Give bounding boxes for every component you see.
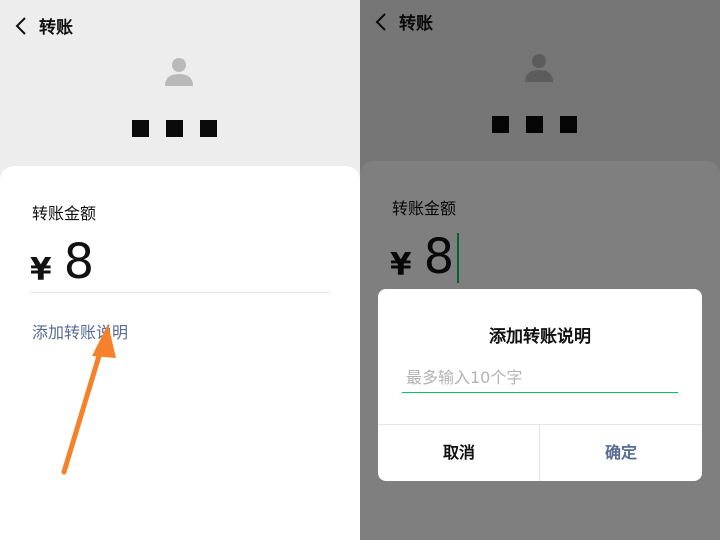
note-input[interactable] <box>402 363 678 393</box>
add-note-dialog: 添加转账说明 取消 确定 <box>378 289 702 481</box>
amount-input[interactable]: ¥ 8 <box>30 234 94 290</box>
amount-card: 转账金额 ¥ 8 添加转账说明 <box>0 166 360 540</box>
amount-label: 转账金额 <box>32 204 97 223</box>
screens-container: 转账 转账金额 ¥ 8 添加转账说明 添加转账说明 最多输入10个字 取消 确定 <box>0 0 720 540</box>
masked-recipient-name <box>132 120 217 137</box>
confirm-button[interactable]: 确定 <box>540 425 702 481</box>
user-avatar-icon <box>162 56 196 86</box>
dialog-title: 添加转账说明 <box>489 327 591 347</box>
name-mask-block <box>132 120 149 137</box>
currency-symbol: ¥ <box>30 252 52 288</box>
add-note-link[interactable]: 添加转账说明 <box>32 319 128 343</box>
left-screen: 转账 转账金额 ¥ 8 添加转账说明 <box>0 0 360 540</box>
page-title: 转账 <box>39 18 73 38</box>
chevron-left-icon <box>15 17 26 35</box>
name-mask-block <box>166 120 183 137</box>
amount-divider <box>30 292 330 293</box>
name-mask-block <box>200 120 217 137</box>
cancel-button[interactable]: 取消 <box>378 425 540 481</box>
top-bar: 转账 <box>0 0 360 52</box>
back-button[interactable] <box>12 14 32 38</box>
amount-value: 8 <box>63 234 95 290</box>
